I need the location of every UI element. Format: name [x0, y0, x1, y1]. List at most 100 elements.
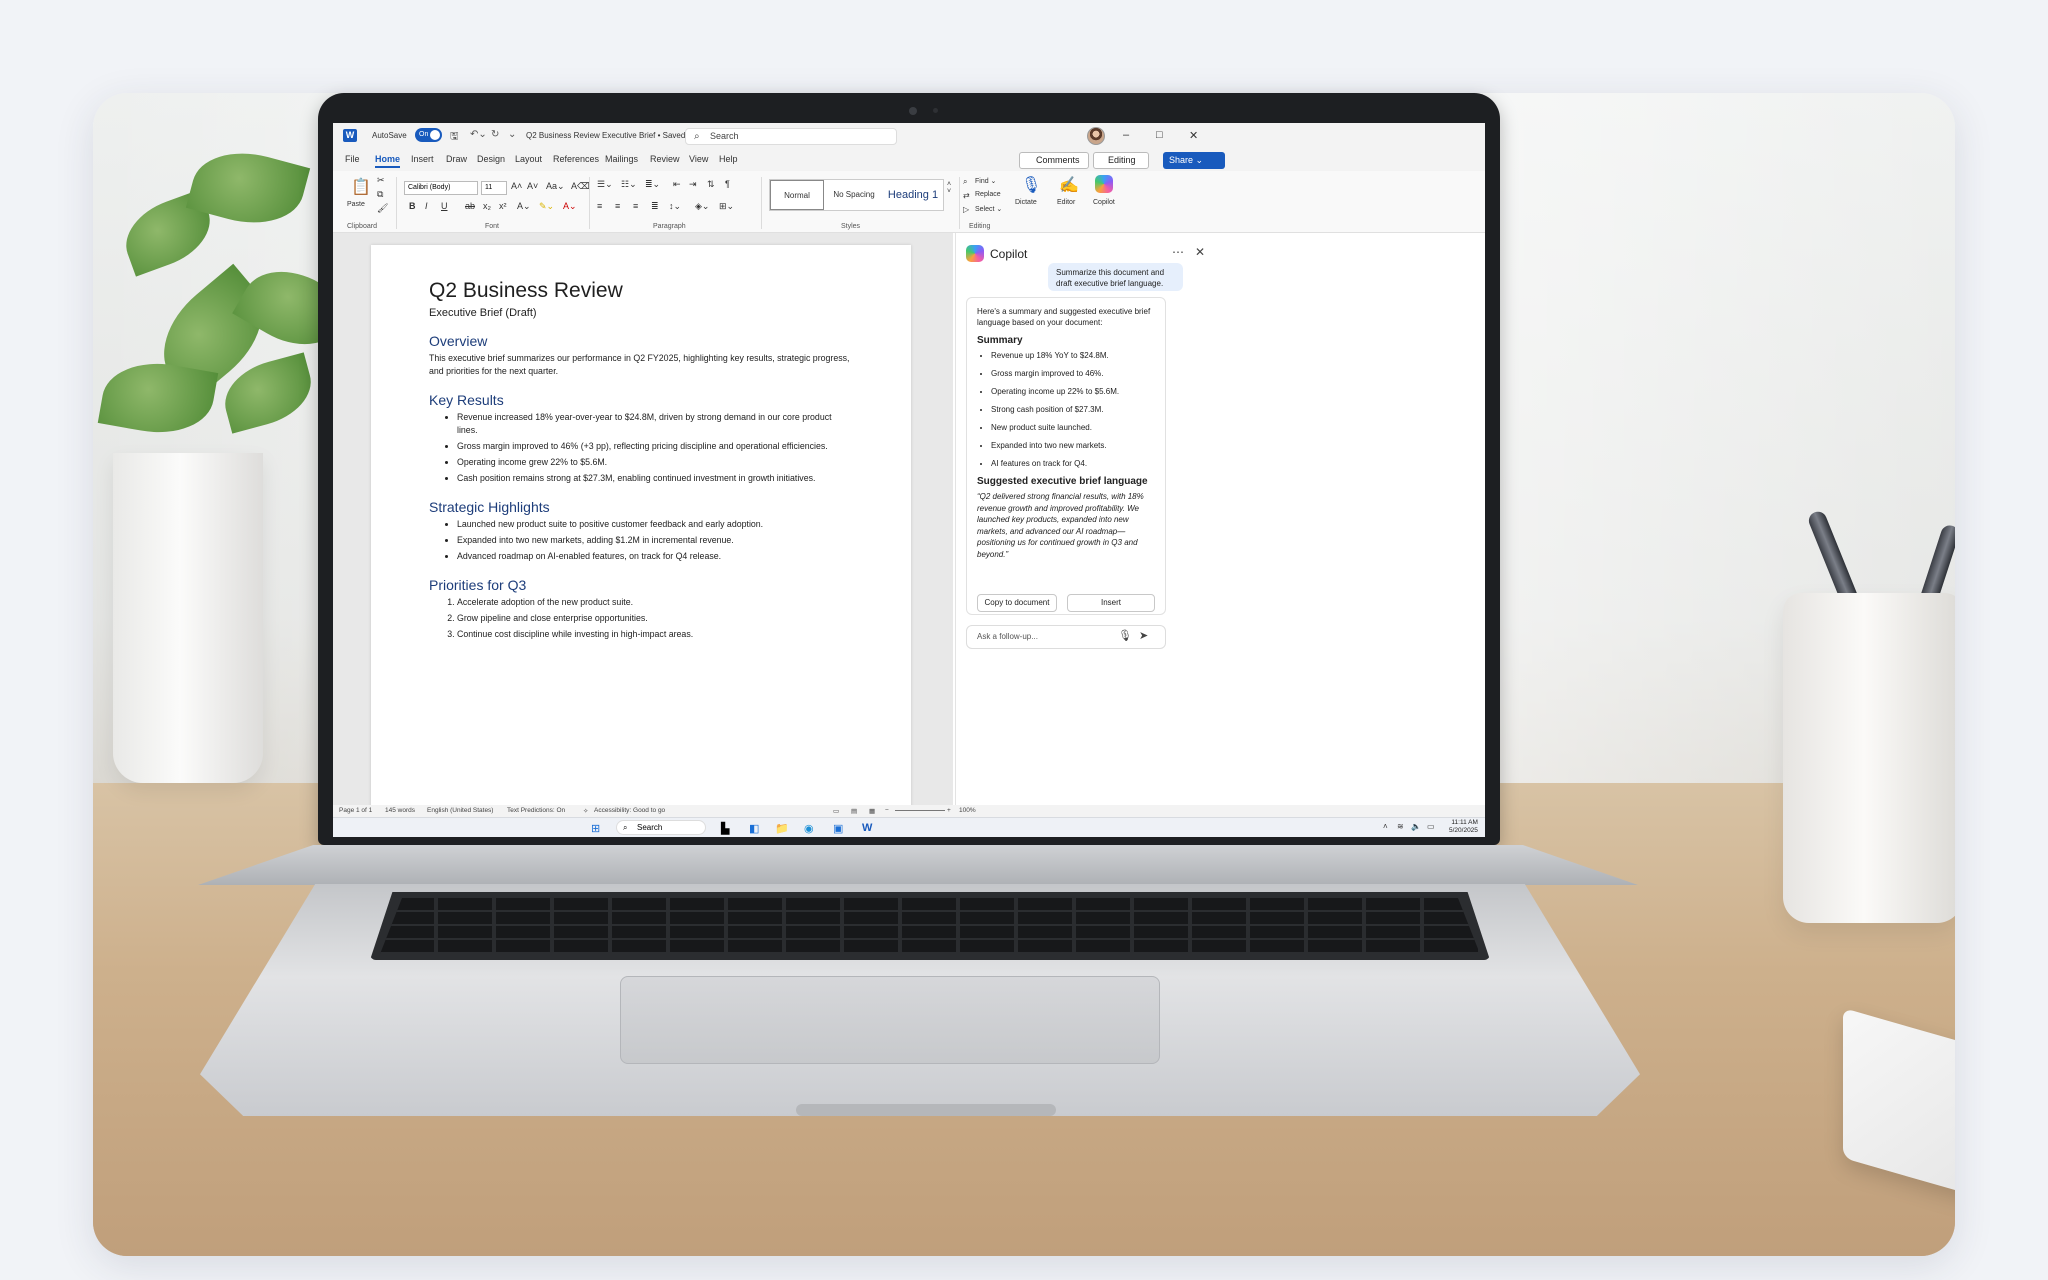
select-icon[interactable]: ▷: [963, 205, 969, 214]
zoom-slider[interactable]: [895, 810, 945, 811]
widgets-icon[interactable]: ◧: [749, 822, 759, 835]
taskbar-search[interactable]: ⌕ Search: [616, 820, 706, 835]
zoom-out-icon[interactable]: −: [885, 807, 889, 814]
bullets-icon[interactable]: ☰⌄: [597, 179, 613, 190]
style-no-spacing[interactable]: No Spacing: [826, 180, 882, 210]
cut-icon[interactable]: ✂: [377, 175, 385, 186]
share-button[interactable]: Share ⌄: [1163, 152, 1225, 169]
more-options-icon[interactable]: ⋯: [1172, 245, 1184, 259]
align-center-icon[interactable]: ≡: [615, 201, 620, 211]
tab-layout[interactable]: Layout: [515, 154, 542, 164]
web-layout-icon[interactable]: ▦: [869, 807, 875, 815]
maximize-icon[interactable]: □: [1156, 129, 1163, 141]
align-right-icon[interactable]: ≡: [633, 201, 638, 211]
strikethrough-icon[interactable]: ab: [465, 201, 475, 211]
accessibility-status[interactable]: Accessibility: Good to go: [594, 807, 665, 814]
tab-insert[interactable]: Insert: [411, 154, 434, 164]
language-status[interactable]: English (United States): [427, 807, 493, 814]
bold-icon[interactable]: B: [409, 201, 416, 211]
close-pane-icon[interactable]: ✕: [1195, 245, 1205, 259]
autosave-toggle[interactable]: On: [415, 128, 442, 142]
zoom-level[interactable]: 100%: [959, 807, 976, 814]
file-explorer-icon[interactable]: 📁: [775, 822, 789, 835]
customize-toolbar-icon[interactable]: ⌄: [508, 129, 516, 140]
microphone-icon[interactable]: 🎙: [1021, 175, 1041, 195]
decrease-indent-icon[interactable]: ⇤: [673, 179, 681, 190]
word-count[interactable]: 145 words: [385, 807, 415, 814]
dictate-label[interactable]: Dictate: [1015, 199, 1037, 206]
copilot-ribbon-icon[interactable]: [1095, 175, 1113, 193]
battery-icon[interactable]: ▭: [1427, 822, 1435, 831]
replace-button[interactable]: Replace: [975, 191, 1001, 198]
find-icon[interactable]: ⌕: [963, 177, 967, 187]
clear-formatting-icon[interactable]: A⌫: [571, 181, 590, 192]
document-title[interactable]: Q2 Business Review Executive Brief • Sav…: [526, 131, 694, 140]
shrink-font-icon[interactable]: A˅: [527, 181, 538, 191]
avatar[interactable]: [1087, 127, 1105, 145]
borders-icon[interactable]: ⊞⌄: [719, 201, 734, 212]
format-painter-icon[interactable]: 🖌: [377, 203, 388, 214]
copilot-label[interactable]: Copilot: [1093, 199, 1115, 206]
copy-icon[interactable]: ⧉: [377, 189, 383, 200]
editor-icon[interactable]: ✍: [1059, 175, 1079, 195]
show-marks-icon[interactable]: ¶: [725, 179, 730, 189]
multilevel-list-icon[interactable]: ≣⌄: [645, 179, 660, 190]
tab-review[interactable]: Review: [650, 154, 680, 164]
document-page[interactable]: Q2 Business Review Executive Brief (Draf…: [371, 245, 911, 825]
tab-help[interactable]: Help: [719, 154, 738, 164]
styles-scroll-icon[interactable]: ˄ ˅: [947, 181, 951, 195]
text-predictions-status[interactable]: Text Predictions: On: [507, 807, 565, 814]
grow-font-icon[interactable]: A˄: [511, 181, 522, 191]
highlight-icon[interactable]: ✎⌄: [539, 201, 554, 212]
tab-references[interactable]: References: [553, 154, 599, 164]
italic-icon[interactable]: I: [425, 201, 428, 211]
follow-up-input[interactable]: Ask a follow-up...: [966, 625, 1166, 649]
wifi-icon[interactable]: ≋: [1397, 822, 1404, 831]
font-size-select[interactable]: 11: [481, 181, 507, 195]
start-icon[interactable]: ⊞: [591, 822, 600, 835]
align-left-icon[interactable]: ≡: [597, 201, 602, 211]
tab-draw[interactable]: Draw: [446, 154, 467, 164]
insert-button[interactable]: Insert: [1067, 594, 1155, 612]
paste-icon[interactable]: 📋: [351, 177, 371, 197]
save-icon[interactable]: 🖫: [450, 129, 459, 146]
editing-mode-button[interactable]: Editing ⌄: [1093, 152, 1149, 180]
underline-icon[interactable]: U: [441, 201, 448, 211]
justify-icon[interactable]: ≣: [651, 201, 659, 212]
style-normal[interactable]: Normal: [770, 180, 824, 210]
increase-indent-icon[interactable]: ⇥: [689, 179, 697, 190]
change-case-icon[interactable]: Aa⌄: [546, 181, 565, 192]
tab-mailings[interactable]: Mailings: [605, 154, 638, 164]
clock[interactable]: 11:11 AM 5/20/2025: [1449, 819, 1478, 835]
font-family-select[interactable]: Calibri (Body): [404, 181, 478, 195]
tab-home[interactable]: Home: [375, 154, 401, 168]
tab-view[interactable]: View: [689, 154, 708, 164]
store-icon[interactable]: ▣: [833, 822, 843, 835]
word-taskbar-icon[interactable]: W: [862, 822, 872, 834]
page-count[interactable]: Page 1 of 1: [339, 807, 372, 814]
copy-to-document-button[interactable]: Copy to document: [977, 594, 1057, 612]
numbering-icon[interactable]: ☷⌄: [621, 179, 637, 190]
focus-icon[interactable]: ▭: [833, 807, 839, 815]
undo-icon[interactable]: ↶⌄: [470, 129, 487, 140]
search-input[interactable]: ⌕ Search: [685, 128, 897, 145]
comments-button[interactable]: Comments: [1019, 152, 1089, 169]
font-color-icon[interactable]: A⌄: [563, 201, 577, 212]
style-heading-1[interactable]: Heading 1: [882, 180, 944, 210]
print-layout-icon[interactable]: ▤: [851, 807, 857, 815]
line-spacing-icon[interactable]: ↕⌄: [669, 201, 681, 212]
close-icon[interactable]: ✕: [1189, 129, 1198, 142]
subscript-icon[interactable]: x₂: [483, 201, 491, 211]
find-button[interactable]: Find ⌄: [975, 177, 996, 185]
shading-icon[interactable]: ◈⌄: [695, 201, 709, 212]
select-button[interactable]: Select ⌄: [975, 205, 1002, 213]
text-effects-icon[interactable]: A⌄: [517, 201, 531, 212]
tab-file[interactable]: File: [345, 154, 360, 164]
edge-icon[interactable]: ◉: [804, 822, 814, 835]
minimize-icon[interactable]: –: [1123, 129, 1129, 141]
show-hidden-icons[interactable]: ˄: [1383, 822, 1388, 831]
send-icon[interactable]: ➤: [1139, 629, 1148, 642]
superscript-icon[interactable]: x²: [499, 201, 507, 211]
zoom-in-icon[interactable]: +: [947, 807, 951, 814]
sort-icon[interactable]: ⇅: [707, 179, 715, 190]
